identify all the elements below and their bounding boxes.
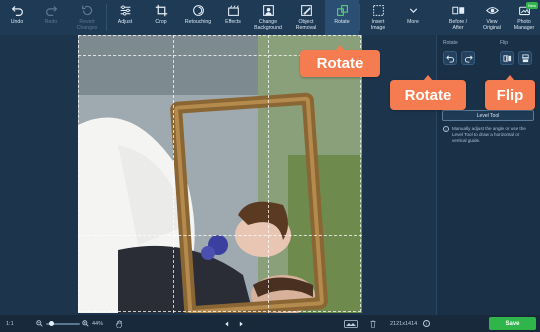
before-after-label: Before / After	[448, 19, 468, 31]
flip-section-title: Flip	[500, 40, 509, 46]
flip-vertical-icon	[521, 53, 529, 62]
before-after-icon	[451, 3, 465, 17]
flip-vertical-button[interactable]	[518, 51, 532, 65]
arrow-left-icon	[225, 321, 229, 326]
level-tool-info: i Manually adjust the angle or use the L…	[443, 126, 535, 144]
chevron-down-icon	[406, 3, 420, 17]
photo-manager-label: Photo Manager	[513, 19, 535, 31]
rotate-right-icon	[464, 54, 473, 63]
zoom-in-button[interactable]	[82, 315, 89, 332]
insert-image-label: Insert Image	[370, 19, 386, 31]
insert-image-icon	[371, 3, 385, 17]
fit-ratio-button[interactable]: 1:1	[6, 315, 14, 332]
previous-image-button[interactable]	[224, 315, 230, 332]
ratio-label: 1:1	[6, 320, 14, 327]
image-thumbnail-button[interactable]	[344, 315, 358, 332]
eye-icon	[485, 3, 499, 17]
retouching-label: Retouching	[184, 19, 212, 25]
callout-text: Flip	[496, 86, 524, 104]
change-background-button[interactable]: Change Background	[249, 0, 287, 35]
rotate-icon	[335, 3, 349, 17]
callout-text: Rotate	[316, 55, 364, 72]
image-info-button[interactable]: i	[423, 315, 430, 332]
undo-icon	[10, 3, 24, 17]
zoom-track	[46, 320, 80, 326]
next-image-button[interactable]	[238, 315, 244, 332]
change-background-label: Change Background	[254, 19, 282, 31]
info-circle-icon: i	[423, 320, 430, 327]
zoom-in-icon	[82, 320, 89, 327]
more-label: More	[407, 19, 419, 25]
zoom-out-button[interactable]	[36, 315, 43, 332]
adjust-button[interactable]: Adjust	[107, 0, 143, 35]
photo-manager-button[interactable]: Photo Manager New	[508, 0, 540, 35]
zoom-percent-label: 44%	[92, 320, 104, 327]
sliders-icon	[118, 3, 132, 17]
info-text: Manually adjust the angle or use the Lev…	[452, 126, 526, 143]
view-original-label: View Original	[483, 19, 501, 31]
revert-changes-button[interactable]: Revert Changes	[68, 0, 106, 35]
arrow-right-icon	[239, 321, 243, 326]
retouch-icon	[191, 3, 205, 17]
photo-editor-app: Undo Redo Revert Changes Adjust Crop Ret…	[0, 0, 540, 332]
rotate-section-title: Rotate	[443, 40, 458, 46]
redo-label: Redo	[44, 19, 58, 25]
before-after-button[interactable]: Before / After	[440, 0, 476, 35]
callout-text: Rotate	[404, 86, 452, 104]
delete-button[interactable]	[370, 315, 376, 332]
crop-button[interactable]: Crop	[143, 0, 179, 35]
info-icon: i	[443, 126, 449, 132]
redo-button[interactable]: Redo	[34, 0, 68, 35]
view-original-button[interactable]: View Original	[476, 0, 508, 35]
redo-icon	[44, 3, 58, 17]
undo-label: Undo	[10, 19, 24, 25]
object-removal-icon	[299, 3, 313, 17]
background-icon	[261, 3, 275, 17]
crop-label: Crop	[155, 19, 167, 25]
rotate-right-button[interactable]	[461, 51, 475, 65]
zoom-thumb[interactable]	[49, 320, 55, 326]
rotate-panel	[436, 35, 540, 315]
rotate-left-icon	[445, 54, 454, 63]
zoom-slider[interactable]	[46, 315, 80, 332]
image-size-label: 2121x1414	[390, 320, 418, 327]
hand-icon	[116, 319, 122, 328]
rotate-left-button[interactable]	[443, 51, 457, 65]
save-button[interactable]: Save	[489, 317, 536, 330]
trash-icon	[370, 320, 376, 328]
image-size: 2121x1414	[390, 315, 417, 332]
flip-horizontal-button[interactable]	[500, 51, 514, 65]
revert-label: Revert Changes	[76, 19, 98, 31]
retouching-button[interactable]: Retouching	[179, 0, 217, 35]
undo-button[interactable]: Undo	[0, 0, 34, 35]
rotate-button[interactable]: Rotate	[325, 0, 359, 35]
main-toolbar: Undo Redo Revert Changes Adjust Crop Ret…	[0, 0, 540, 35]
flip-horizontal-icon	[502, 54, 511, 62]
rotate-panel-callout: Rotate	[390, 75, 466, 110]
insert-image-button[interactable]: Insert Image	[360, 0, 396, 35]
more-button[interactable]: More	[396, 0, 430, 35]
image-thumbnail-icon	[344, 319, 358, 328]
level-tool-button[interactable]: Level Tool	[442, 110, 534, 121]
zoom-percent: 44%	[92, 315, 103, 332]
effects-icon	[226, 3, 240, 17]
hand-tool-button[interactable]	[116, 315, 123, 332]
rotate-label: Rotate	[334, 19, 350, 25]
crop-icon	[154, 3, 168, 17]
revert-icon	[80, 3, 94, 17]
zoom-out-icon	[36, 320, 43, 327]
flip-panel-callout: Flip	[485, 75, 535, 110]
new-badge: New	[525, 2, 538, 9]
object-removal-label: Object Removal	[295, 19, 317, 31]
object-removal-button[interactable]: Object Removal	[287, 0, 325, 35]
bottom-status-bar: 1:1 44% 2121x1414 i	[0, 315, 540, 332]
canvas-area	[0, 35, 436, 315]
effects-button[interactable]: Effects	[217, 0, 249, 35]
effects-label: Effects	[225, 19, 241, 25]
rotate-toolbar-callout: Rotate	[300, 45, 380, 77]
adjust-label: Adjust	[117, 19, 133, 25]
